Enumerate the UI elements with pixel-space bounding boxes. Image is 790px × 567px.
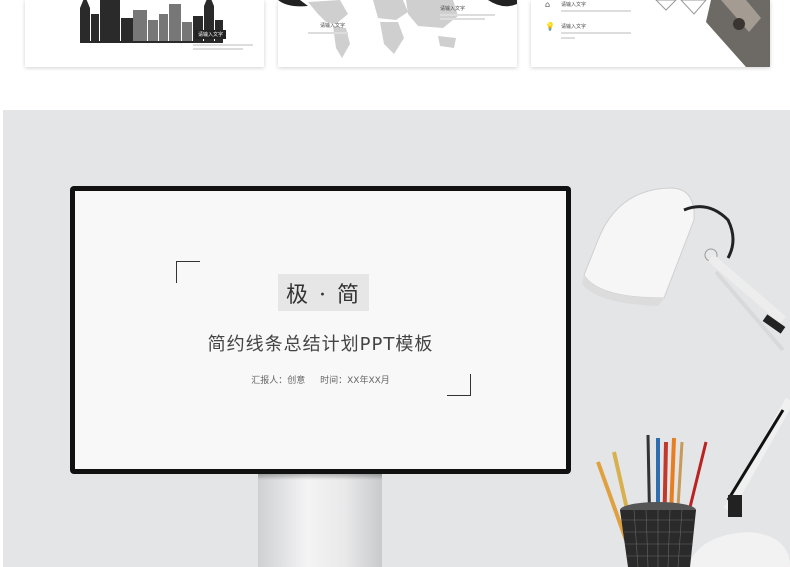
thumbnail-label: 请输入文字	[320, 23, 346, 29]
thumbnail-label: 请输入文字	[195, 30, 227, 39]
slide-subtitle: 简约线条总结计划PPT模板	[207, 334, 434, 355]
time-text: 时间：XX年XX月	[320, 376, 390, 386]
thumbnail-city-slide[interactable]: 请输入文字	[25, 0, 264, 67]
desk-scene: 极 · 简 简约线条总结计划PPT模板 汇报人：创意 时间：XX年XX月	[3, 110, 790, 567]
monitor: 极 · 简 简约线条总结计划PPT模板 汇报人：创意 时间：XX年XX月	[70, 186, 571, 474]
corner-bracket-top-left	[176, 261, 200, 283]
city-skyline-icon	[80, 0, 223, 43]
monitor-stand	[258, 474, 382, 567]
pencil-cup-icon	[596, 434, 708, 567]
slide-title: 极 · 简	[286, 282, 361, 308]
corner-bracket-bottom-right	[447, 374, 471, 396]
slide-meta: 汇报人：创意 时间：XX年XX月	[75, 373, 566, 386]
photo-diamond-icon	[655, 0, 770, 67]
slide-cover[interactable]: 极 · 简 简约线条总结计划PPT模板 汇报人：创意 时间：XX年XX月	[75, 191, 566, 469]
thumbnail-map-slide[interactable]: 请输入文字 请输入文字	[278, 0, 517, 67]
thumbnail-label-2: 请输入文字	[440, 6, 466, 12]
reporter-text: 汇报人：创意	[251, 376, 306, 386]
thumbnail-team-slide[interactable]: ⌂ 请输入文字 💡 请输入文字	[531, 0, 770, 67]
desk-lamp-and-pencil-cup	[582, 187, 790, 567]
title-box: 极 · 简	[278, 274, 369, 311]
